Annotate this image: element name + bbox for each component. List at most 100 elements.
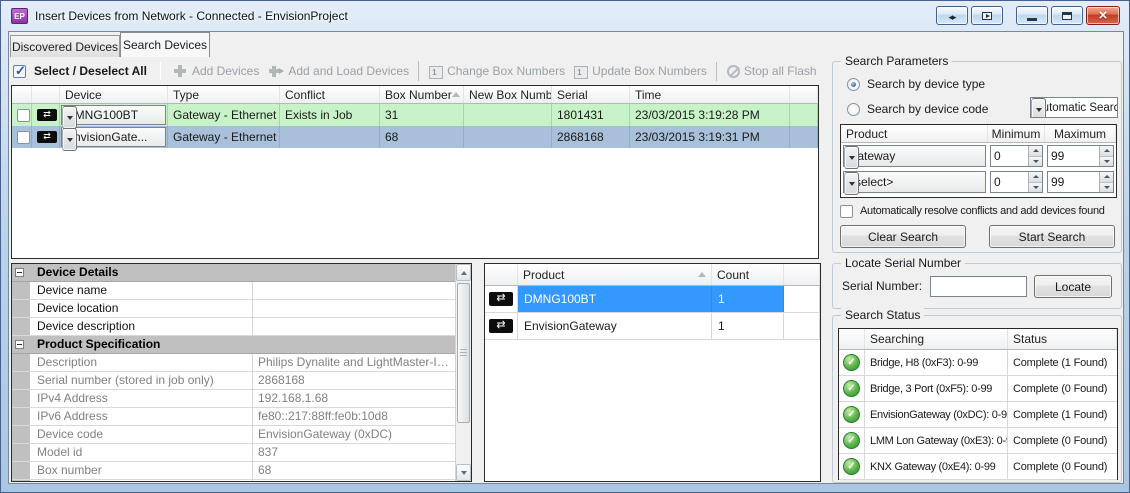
column-header-type[interactable]: Type (168, 86, 280, 103)
column-header-minimum[interactable]: Minimum (988, 125, 1045, 142)
start-search-button[interactable]: Start Search (989, 225, 1115, 248)
auto-resolve-checkbox[interactable] (840, 205, 853, 218)
product-count-row[interactable]: EnvisionGateway 1 (485, 313, 820, 340)
search-status-row[interactable]: LMM Lon Gateway (0xE3): 0-99 Complete (0… (839, 428, 1117, 454)
search-status-row[interactable]: Bridge, 3 Port (0xF5): 0-99 Complete (0 … (839, 376, 1117, 402)
property-value[interactable]: 192.168.1.68 (253, 390, 455, 407)
toolbar-button[interactable]: Add Devices (170, 61, 261, 81)
row-checkbox[interactable] (17, 109, 30, 122)
minimize-button[interactable] (1016, 6, 1048, 25)
spin-down-button[interactable] (1100, 157, 1113, 167)
column-header-serial[interactable]: Serial (552, 86, 630, 103)
property-row[interactable]: Serial number (stored in job only) 28681… (12, 372, 455, 390)
search-status-row[interactable]: Bridge, H8 (0xF3): 0-99 Complete (1 Foun… (839, 350, 1117, 376)
property-value[interactable] (253, 318, 455, 335)
product-combobox[interactable]: Gateway (843, 145, 986, 167)
minimum-spinner[interactable]: 0 (990, 145, 1043, 167)
property-value[interactable] (253, 300, 455, 317)
search-status-row[interactable]: KNX Gateway (0xE4): 0-99 Complete (0 Fou… (839, 454, 1117, 480)
select-deselect-all-checkbox[interactable] (13, 65, 26, 78)
locate-button[interactable]: Locate (1034, 275, 1112, 298)
detach-window-button[interactable] (971, 6, 1003, 25)
combo-dropdown-button[interactable] (1031, 98, 1046, 118)
spin-up-button[interactable] (1029, 172, 1042, 183)
header-icon-column[interactable] (32, 86, 60, 103)
column-header-product[interactable]: Product (841, 125, 988, 142)
property-row[interactable]: Device name (12, 282, 455, 300)
combo-dropdown-button[interactable] (62, 106, 77, 125)
device-combobox[interactable]: EnvisionGate... (61, 127, 166, 147)
collapse-minus-icon[interactable] (15, 268, 24, 277)
column-header-searching[interactable]: Searching (865, 329, 1008, 349)
minimum-spinner[interactable]: 0 (990, 171, 1043, 193)
scroll-up-button[interactable] (456, 264, 471, 281)
property-value[interactable] (253, 282, 455, 299)
property-value[interactable]: fe80::217:88ff:fe0b:10d8 (253, 408, 455, 425)
property-row[interactable]: Device description (12, 318, 455, 336)
property-row[interactable]: Product Specification (12, 336, 455, 354)
maximize-button[interactable] (1051, 6, 1083, 25)
device-row[interactable]: DMNG100BT Gateway - Ethernet (... Exists… (12, 104, 818, 126)
device-combobox[interactable]: DMNG100BT (61, 105, 166, 125)
collapse-minus-icon[interactable] (15, 340, 24, 349)
close-button[interactable] (1086, 6, 1120, 25)
spin-down-button[interactable] (1029, 157, 1042, 167)
property-row[interactable]: Description Philips Dynalite and LightMa… (12, 354, 455, 372)
column-header-box-number[interactable]: Box Number (380, 86, 464, 103)
search-mode-dropdown[interactable]: Automatic Search (1030, 97, 1118, 118)
spin-up-button[interactable] (1100, 172, 1113, 183)
header-checkbox-column[interactable] (12, 86, 32, 103)
search-status-row[interactable]: EnvisionGateway (0xDC): 0-99 Complete (1… (839, 402, 1117, 428)
device-row[interactable]: EnvisionGate... Gateway - Ethernet (... … (12, 126, 818, 148)
scroll-down-button[interactable] (456, 464, 471, 481)
column-header-count[interactable]: Count (712, 264, 784, 285)
combo-dropdown-button[interactable] (844, 172, 859, 193)
tab[interactable]: Search Devices (120, 32, 210, 57)
property-value[interactable]: 68 (253, 462, 455, 479)
column-header-product[interactable]: Product (518, 264, 712, 285)
property-value[interactable]: 2.33 (253, 480, 455, 481)
product-combobox[interactable]: <select> (843, 171, 986, 193)
search-by-device-code-radio[interactable] (847, 103, 860, 116)
combo-dropdown-button[interactable] (844, 146, 859, 167)
product-count-row[interactable]: DMNG100BT 1 (485, 286, 820, 313)
column-header-status[interactable]: Status (1008, 329, 1117, 349)
spin-down-button[interactable] (1100, 183, 1113, 193)
toolbar-button[interactable]: Add and Load Devices (266, 61, 419, 81)
property-value[interactable]: EnvisionGateway (0xDC) (253, 426, 455, 443)
property-value[interactable]: Philips Dynalite and LightMaster-IP Ethe… (253, 354, 455, 371)
search-by-device-type-radio[interactable] (847, 78, 860, 91)
spin-up-button[interactable] (1029, 146, 1042, 157)
column-header-conflict[interactable]: Conflict (280, 86, 380, 103)
toolbar-button[interactable]: Stop all Flashing (725, 62, 817, 80)
toolbar-button[interactable]: Change Box Numbers (427, 62, 567, 81)
column-header-maximum[interactable]: Maximum (1045, 125, 1116, 142)
tab[interactable]: Discovered Devices (10, 35, 120, 57)
property-value[interactable]: 2868168 (253, 372, 455, 389)
dock-toggle-button[interactable] (936, 6, 968, 25)
column-header-new-box-number[interactable]: New Box Number (464, 86, 552, 103)
maximum-spinner[interactable]: 99 (1047, 145, 1114, 167)
property-value[interactable]: 837 (253, 444, 455, 461)
property-row[interactable]: Model id 837 (12, 444, 455, 462)
column-header-device[interactable]: Device (60, 86, 168, 103)
property-row[interactable]: Firmware version 2.33 (12, 480, 455, 481)
column-header-time[interactable]: Time (630, 86, 790, 103)
header-icon-column[interactable] (485, 264, 518, 285)
property-row[interactable]: Box number 68 (12, 462, 455, 480)
serial-number-input[interactable] (930, 276, 1027, 297)
maximum-spinner[interactable]: 99 (1047, 171, 1114, 193)
property-row[interactable]: IPv4 Address 192.168.1.68 (12, 390, 455, 408)
combo-dropdown-button[interactable] (62, 128, 77, 147)
details-scrollbar[interactable] (455, 264, 471, 481)
toolbar-button[interactable]: Update Box Numbers (572, 62, 717, 81)
property-row[interactable]: IPv6 Address fe80::217:88ff:fe0b:10d8 (12, 408, 455, 426)
row-checkbox[interactable] (17, 131, 30, 144)
scrollbar-thumb[interactable] (457, 283, 470, 423)
spin-down-button[interactable] (1029, 183, 1042, 193)
property-row[interactable]: Device location (12, 300, 455, 318)
spin-up-button[interactable] (1100, 146, 1113, 157)
property-row[interactable]: Device code EnvisionGateway (0xDC) (12, 426, 455, 444)
clear-search-button[interactable]: Clear Search (840, 225, 966, 248)
property-row[interactable]: Device Details (12, 264, 455, 282)
